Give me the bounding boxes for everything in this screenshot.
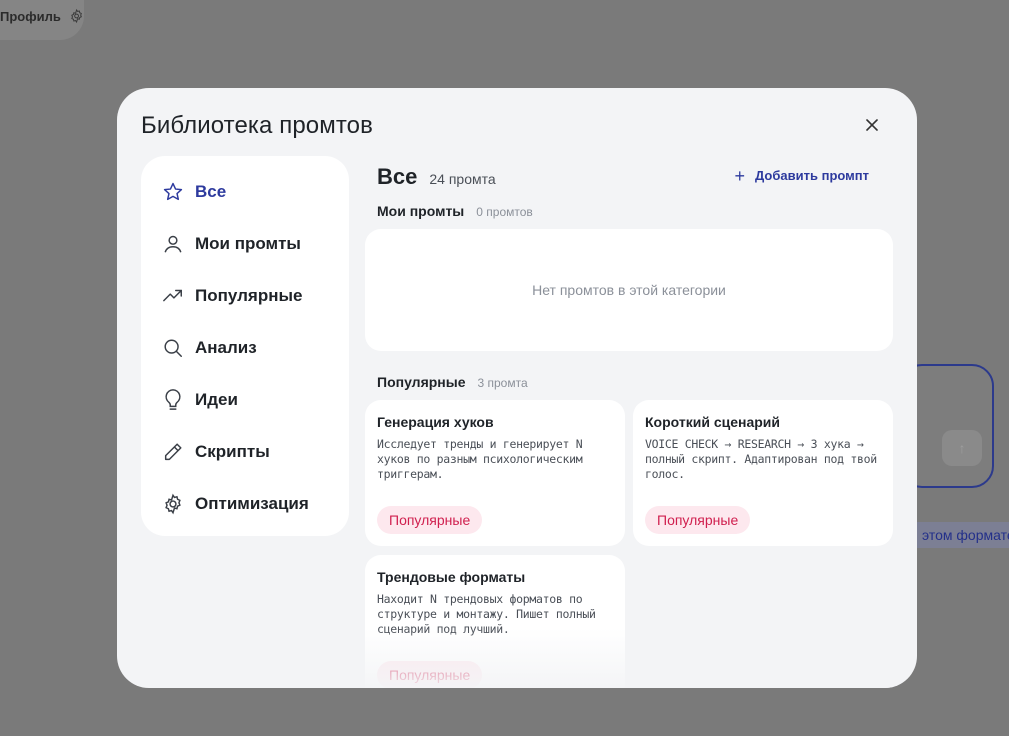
sidebar-item-analysis[interactable]: Анализ [141, 322, 349, 374]
sidebar-item-label: Идеи [195, 390, 238, 409]
category-title: Все [377, 164, 418, 189]
star-icon [161, 180, 185, 204]
modal-title: Библиотека промтов [141, 112, 373, 139]
section-title: Популярные [377, 374, 466, 390]
profile-label: Профиль [0, 8, 61, 24]
prompt-card[interactable]: Генерация хуков Исследует тренды и генер… [365, 400, 625, 546]
gear-icon [161, 492, 185, 516]
popular-badge: Популярные [377, 506, 483, 534]
plus-icon: + [734, 165, 746, 186]
prompt-card-description: Исследует тренды и генерирует N хуков по… [377, 437, 583, 481]
category-count: 24 промта [429, 171, 496, 187]
empty-state: Нет промтов в этой категории [365, 229, 893, 351]
prompt-card[interactable]: Трендовые форматы Находит N трендовых фо… [365, 555, 625, 688]
empty-state-text: Нет промтов в этой категории [532, 282, 726, 298]
prompt-card-title: Генерация хуков [377, 414, 494, 430]
sidebar-item-scripts[interactable]: Скрипты [141, 426, 349, 478]
prompt-card-description: Находит N трендовых форматов по структур… [377, 592, 596, 636]
sidebar-item-all[interactable]: Все [141, 166, 349, 218]
section-popular-header: Популярные 3 промта [377, 374, 528, 390]
section-count: 3 промта [477, 376, 528, 390]
sidebar-item-label: Мои промты [195, 234, 301, 253]
prompt-list-panel[interactable]: Все 24 промта + Добавить промпт Мои пром… [365, 156, 893, 688]
sidebar-item-optimization[interactable]: Оптимизация [141, 478, 349, 530]
popular-badge: Популярные [377, 661, 483, 688]
prompt-card-description: VOICE CHECK → RESEARCH → 3 хука → полный… [645, 437, 877, 481]
send-button: ↑ [942, 430, 982, 466]
settings-gear-icon[interactable] [69, 6, 84, 26]
sidebar-item-ideas[interactable]: Идеи [141, 374, 349, 426]
add-prompt-label: Добавить промпт [755, 168, 869, 183]
close-icon [866, 119, 878, 131]
section-my-prompts-header: Мои промты 0 промтов [377, 203, 533, 219]
add-prompt-button[interactable]: + Добавить промпт [734, 165, 870, 186]
category-sidebar: Все Мои промты Популярные Анализ Идеи Ск… [141, 156, 349, 536]
sidebar-item-my-prompts[interactable]: Мои промты [141, 218, 349, 270]
sidebar-item-label: Оптимизация [195, 494, 309, 513]
sidebar-item-label: Анализ [195, 338, 257, 357]
prompt-card-title: Короткий сценарий [645, 414, 781, 430]
trending-up-icon [161, 284, 185, 308]
popular-badge: Популярные [645, 506, 751, 534]
prompt-card[interactable]: Короткий сценарий VOICE CHECK → RESEARCH… [633, 400, 893, 546]
search-icon [161, 336, 185, 360]
prompt-card-title: Трендовые форматы [377, 569, 526, 585]
close-button[interactable] [861, 114, 883, 136]
section-title: Мои промты [377, 203, 465, 219]
sidebar-item-label: Скрипты [195, 442, 270, 461]
pencil-icon [161, 440, 185, 464]
profile-button[interactable]: Профиль [0, 0, 84, 40]
sidebar-item-label: Все [195, 182, 227, 201]
lightbulb-icon [161, 388, 185, 412]
suggestion-chip: этом формате [912, 522, 1009, 548]
sidebar-item-label: Популярные [195, 286, 303, 305]
content-header: Все 24 промта [377, 164, 496, 190]
sidebar-item-popular[interactable]: Популярные [141, 270, 349, 322]
prompt-library-modal: Библиотека промтов Все Мои промты Популя… [117, 88, 917, 688]
user-icon [161, 232, 185, 256]
section-count: 0 промтов [476, 205, 533, 219]
